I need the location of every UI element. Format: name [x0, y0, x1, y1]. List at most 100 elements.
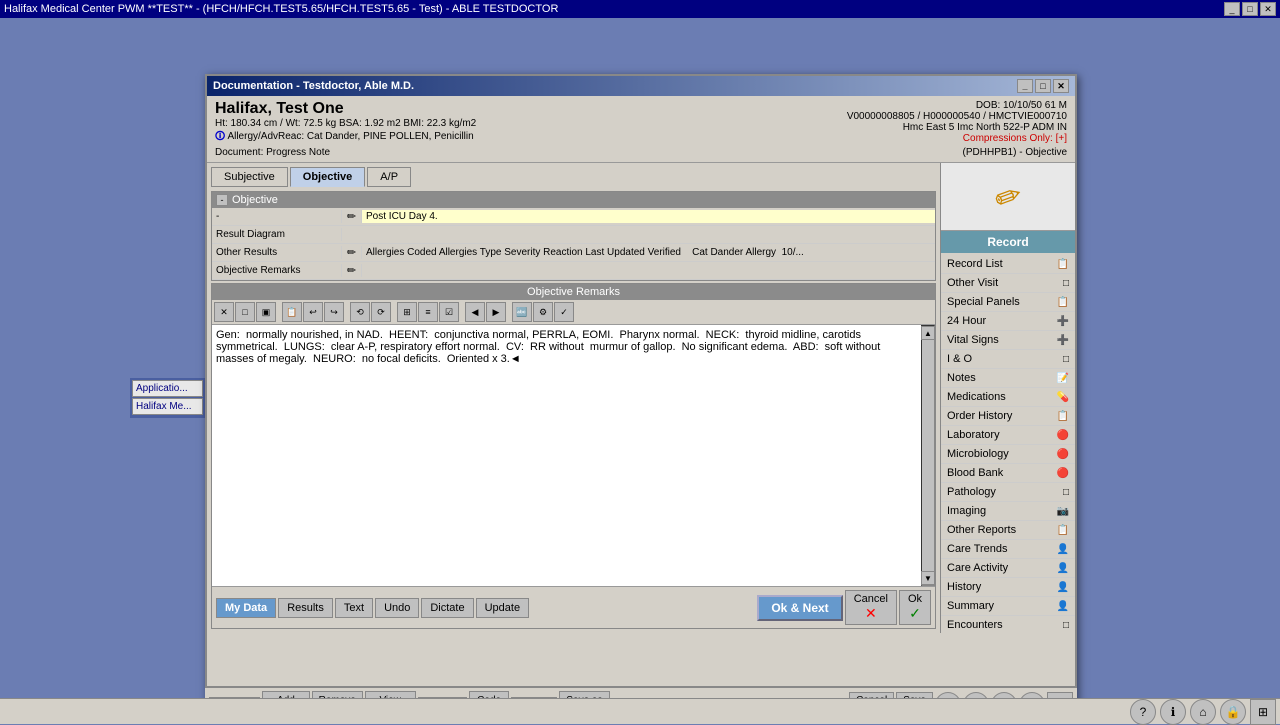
textarea-scrollbar[interactable]: ▲ ▼: [921, 325, 935, 586]
cancel-btn[interactable]: Cancel ✕: [845, 590, 897, 625]
scroll-up-btn[interactable]: ▲: [921, 326, 935, 340]
menu-24-hour[interactable]: 24 Hour ➕: [941, 312, 1075, 331]
menu-vital-signs[interactable]: Vital Signs ➕: [941, 331, 1075, 350]
toolbar-paste[interactable]: ▣: [256, 302, 276, 322]
toolbar-undo[interactable]: ⟲: [350, 302, 370, 322]
menu-encounters[interactable]: Encounters □: [941, 616, 1075, 633]
sidebar-item-applications[interactable]: Applicatio...: [132, 380, 203, 397]
allergy-value: Cat Dander, PINE POLLEN, Penicillin: [307, 131, 474, 142]
remarks-text-wrapper: Gen: normally nourished, in NAD. HEENT: …: [212, 325, 935, 586]
tab-subjective[interactable]: Subjective: [211, 167, 288, 187]
clinical-area: Subjective Objective A/P - Objective - ✏…: [207, 163, 940, 633]
toolbar-save[interactable]: ↪: [324, 302, 344, 322]
row-edit-3[interactable]: ✏: [342, 246, 362, 259]
text-btn[interactable]: Text: [335, 598, 373, 618]
menu-other-reports[interactable]: Other Reports 📋: [941, 521, 1075, 540]
care-trends-icon: 👤: [1057, 544, 1069, 555]
row-edit-1[interactable]: ✏: [342, 210, 362, 223]
tab-bar: Subjective Objective A/P: [211, 167, 936, 187]
menu-notes[interactable]: Notes 📝: [941, 369, 1075, 388]
toolbar-prev[interactable]: ◀: [465, 302, 485, 322]
toolbar-table[interactable]: ⊞: [397, 302, 417, 322]
ok-btn[interactable]: Ok ✓: [899, 590, 931, 625]
menu-imaging[interactable]: Imaging 📷: [941, 502, 1075, 521]
tab-objective[interactable]: Objective: [290, 167, 366, 187]
collapse-btn[interactable]: -: [216, 194, 228, 206]
remarks-textarea[interactable]: Gen: normally nourished, in NAD. HEENT: …: [212, 325, 921, 586]
pathology-label: Pathology: [947, 486, 996, 498]
toolbar-redo[interactable]: ⟳: [371, 302, 391, 322]
modal-minimize-btn[interactable]: _: [1017, 79, 1033, 93]
modal-close-btn[interactable]: ✕: [1053, 79, 1069, 93]
row-value-2: [362, 234, 935, 236]
blood-bank-icon: 🔴: [1057, 468, 1069, 479]
menu-special-panels[interactable]: Special Panels 📋: [941, 293, 1075, 312]
close-btn[interactable]: ✕: [1260, 2, 1276, 16]
objective-section: - Objective - ✏ Post ICU Day 4. Result D…: [211, 191, 936, 281]
menu-order-history[interactable]: Order History 📋: [941, 407, 1075, 426]
modal-restore-btn[interactable]: □: [1035, 79, 1051, 93]
patient-id: V00000008805 / H000000540 / HMCTVIE00071…: [847, 111, 1067, 122]
menu-other-visit[interactable]: Other Visit □: [941, 274, 1075, 293]
table-row: Objective Remarks ✏: [212, 262, 935, 280]
outer-info-btn[interactable]: ℹ: [1160, 699, 1186, 725]
menu-i-and-o[interactable]: I & O □: [941, 350, 1075, 369]
maximize-btn[interactable]: □: [1242, 2, 1258, 16]
row-edit-4[interactable]: ✏: [342, 264, 362, 277]
encounters-icon: □: [1063, 620, 1069, 631]
history-label: History: [947, 581, 981, 593]
modal-controls[interactable]: _ □ ✕: [1017, 79, 1069, 93]
sidebar-item-halifax[interactable]: Halifax Me...: [132, 398, 203, 415]
remarks-header: Objective Remarks: [212, 284, 935, 300]
toolbar-spell[interactable]: 🔤: [512, 302, 532, 322]
outer-lock-btn[interactable]: 🔒: [1220, 699, 1246, 725]
menu-care-trends[interactable]: Care Trends 👤: [941, 540, 1075, 559]
update-btn[interactable]: Update: [476, 598, 529, 618]
outer-extra-btn[interactable]: ⊞: [1250, 699, 1276, 725]
outer-window-controls[interactable]: _ □ ✕: [1224, 2, 1276, 16]
menu-blood-bank[interactable]: Blood Bank 🔴: [941, 464, 1075, 483]
other-visit-icon: □: [1063, 278, 1069, 289]
my-data-btn[interactable]: My Data: [216, 598, 276, 618]
outer-home-btn[interactable]: ⌂: [1190, 699, 1216, 725]
undo-btn[interactable]: Undo: [375, 598, 419, 618]
menu-microbiology[interactable]: Microbiology 🔴: [941, 445, 1075, 464]
results-btn[interactable]: Results: [278, 598, 333, 618]
toolbar-settings[interactable]: ⚙: [533, 302, 553, 322]
row-label-4: Objective Remarks: [212, 264, 342, 277]
patient-allergy: 🛈 Allergy/AdvReac: Cat Dander, PINE POLL…: [215, 129, 476, 146]
vital-signs-icon: ➕: [1057, 335, 1069, 346]
toolbar-next[interactable]: ▶: [486, 302, 506, 322]
menu-history[interactable]: History 👤: [941, 578, 1075, 597]
toolbar-cut[interactable]: ✕: [214, 302, 234, 322]
menu-pathology[interactable]: Pathology □: [941, 483, 1075, 502]
menu-summary[interactable]: Summary 👤: [941, 597, 1075, 616]
menu-laboratory[interactable]: Laboratory 🔴: [941, 426, 1075, 445]
ok-next-btn[interactable]: Ok & Next: [757, 595, 842, 621]
compression-text[interactable]: Compressions Only: [+]: [847, 133, 1067, 144]
special-panels-icon: 📋: [1057, 297, 1069, 308]
row-value-4: [362, 270, 935, 272]
patient-header: Halifax, Test One Ht: 180.34 cm / Wt: 72…: [207, 96, 1075, 163]
menu-care-activity[interactable]: Care Activity 👤: [941, 559, 1075, 578]
minimize-btn[interactable]: _: [1224, 2, 1240, 16]
cancel-label: Cancel: [854, 593, 888, 605]
menu-medications[interactable]: Medications 💊: [941, 388, 1075, 407]
inner-bottom-bar: My Data Results Text Undo Dictate Update…: [212, 586, 935, 628]
outer-help-btn[interactable]: ?: [1130, 699, 1156, 725]
dictate-btn[interactable]: Dictate: [421, 598, 473, 618]
left-app-panel: Applicatio... Halifax Me...: [130, 378, 205, 418]
table-row: Other Results ✏ Allergies Coded Allergie…: [212, 244, 935, 262]
toolbar-open[interactable]: ↩: [303, 302, 323, 322]
toolbar-list[interactable]: ≡: [418, 302, 438, 322]
toolbar-new[interactable]: 📋: [282, 302, 302, 322]
tab-ap[interactable]: A/P: [367, 167, 411, 187]
toolbar-check[interactable]: ☑: [439, 302, 459, 322]
scroll-down-btn[interactable]: ▼: [921, 571, 935, 585]
patient-name: Halifax, Test One: [215, 100, 476, 118]
menu-record-list[interactable]: Record List 📋: [941, 255, 1075, 274]
toolbar-confirm[interactable]: ✓: [554, 302, 574, 322]
toolbar-copy[interactable]: □: [235, 302, 255, 322]
doc-label: Document: Progress Note: [215, 147, 330, 158]
microbiology-label: Microbiology: [947, 448, 1009, 460]
